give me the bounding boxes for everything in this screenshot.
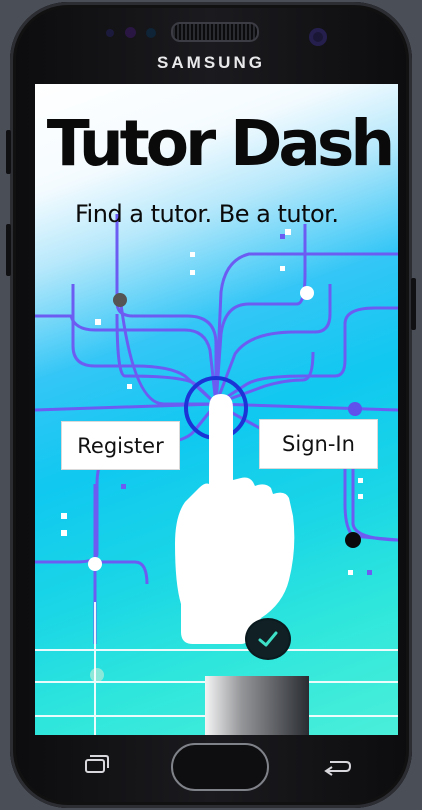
- app-tagline: Find a tutor. Be a tutor.: [75, 200, 339, 228]
- check-icon: [245, 618, 291, 660]
- app-screen: Tutor Dash Find a tutor. Be a tutor. Reg…: [35, 84, 398, 735]
- front-sensor: [146, 28, 156, 38]
- back-icon[interactable]: [318, 756, 352, 778]
- device-brand: SAMSUNG: [157, 53, 265, 72]
- signin-button[interactable]: Sign-In: [259, 419, 378, 469]
- bixby-button: [6, 224, 11, 276]
- volume-button: [6, 130, 11, 174]
- recent-apps-icon[interactable]: [84, 754, 110, 774]
- home-button[interactable]: [171, 743, 269, 791]
- register-button[interactable]: Register: [61, 421, 180, 470]
- front-sensor: [125, 27, 136, 38]
- earpiece-speaker: [171, 22, 259, 42]
- pointing-hand-icon: [175, 394, 295, 644]
- power-button: [411, 278, 416, 330]
- front-sensor: [106, 29, 114, 37]
- app-title: Tutor Dash: [46, 107, 395, 180]
- front-camera: [309, 28, 327, 46]
